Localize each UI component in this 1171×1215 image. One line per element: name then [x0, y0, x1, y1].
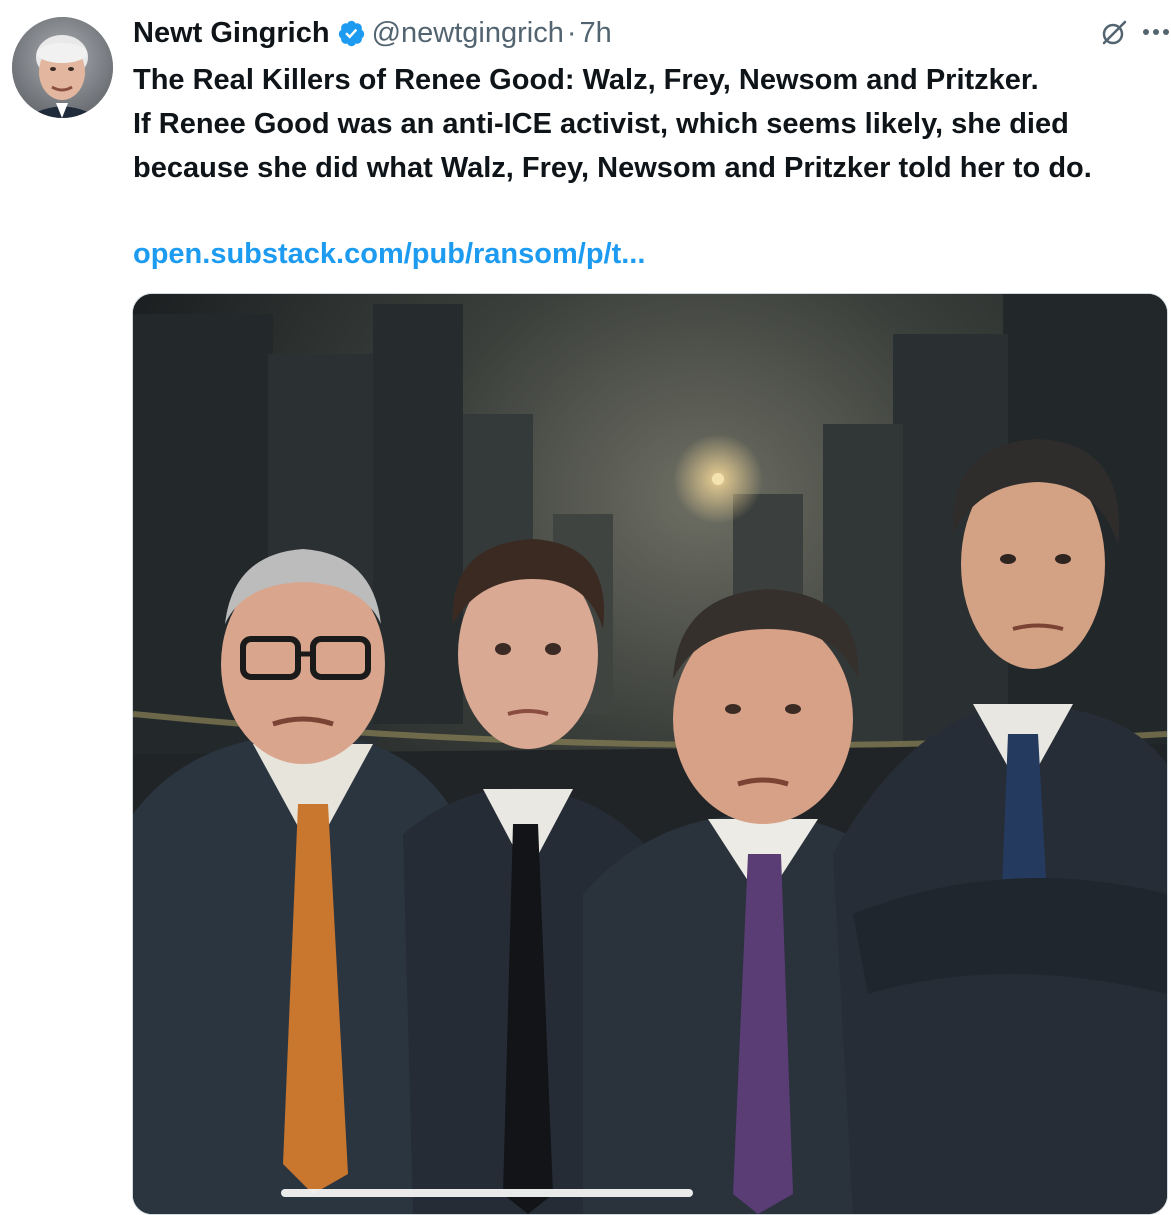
tweet-text: The Real Killers of Renee Good: Walz, Fr… — [133, 58, 1143, 190]
tweet-link[interactable]: open.substack.com/pub/ransom/p/t... — [133, 232, 645, 276]
illustration-four-men-in-suits — [133, 294, 1167, 1214]
separator-dot: · — [566, 16, 577, 49]
more-icon[interactable] — [1143, 29, 1169, 35]
author-avatar[interactable] — [12, 17, 113, 118]
tweet-media-image[interactable] — [132, 293, 1168, 1215]
author-handle[interactable]: @newtgingrich — [372, 17, 564, 50]
more-icon-dot — [1163, 29, 1169, 35]
tweet-text-line-1: The Real Killers of Renee Good: Walz, Fr… — [133, 64, 1039, 96]
tweet-text-line-2: If Renee Good was an anti-ICE activist, … — [133, 108, 1092, 184]
avatar-portrait — [12, 17, 113, 118]
grok-icon[interactable] — [1099, 18, 1129, 48]
tweet-header: Newt Gingrich @newtgingrich · 7h — [133, 13, 612, 53]
tweet-timestamp[interactable]: 7h — [580, 17, 612, 50]
more-icon-dot — [1153, 29, 1159, 35]
author-name[interactable]: Newt Gingrich — [133, 17, 330, 50]
more-icon-dot — [1143, 29, 1149, 35]
verified-badge-icon — [338, 20, 364, 46]
home-indicator — [281, 1189, 693, 1197]
